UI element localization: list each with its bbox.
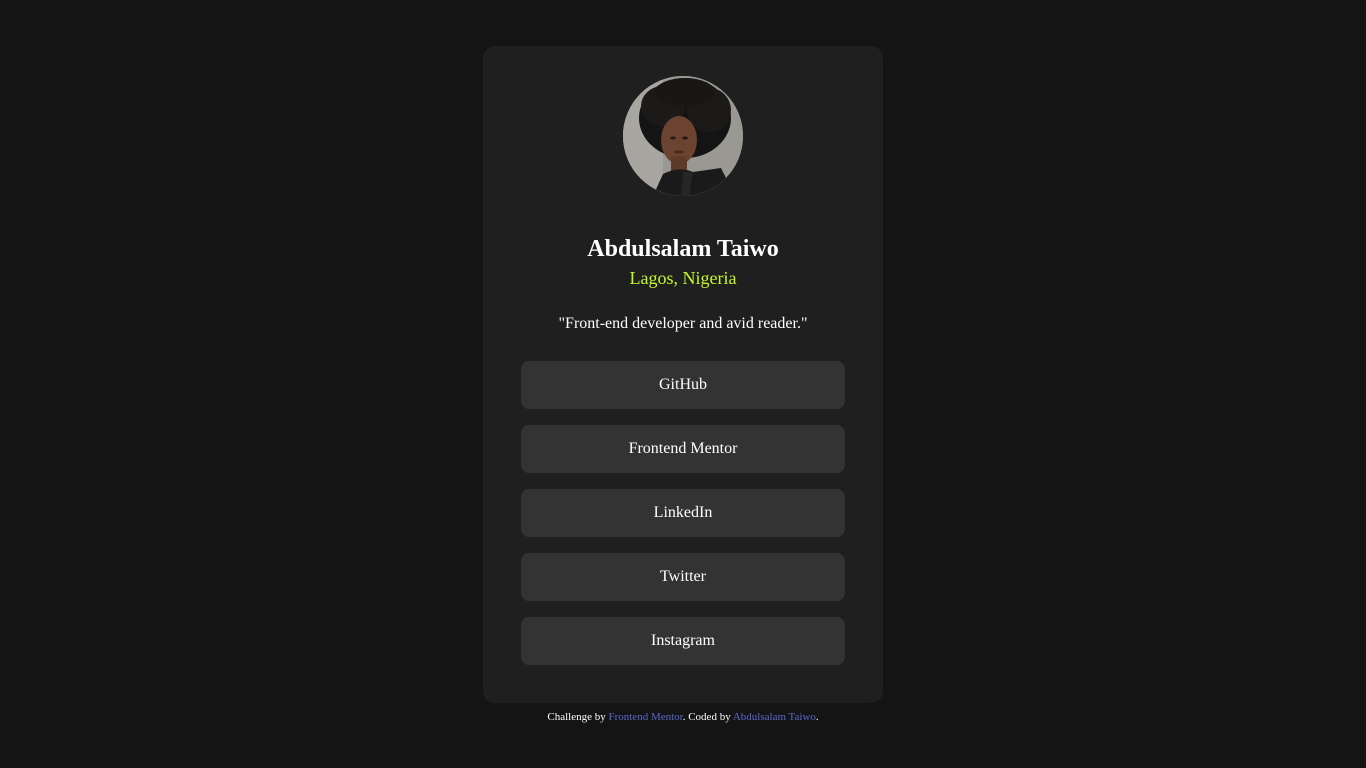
frontend-mentor-credit-link[interactable]: Frontend Mentor <box>608 711 682 723</box>
profile-location: Lagos, Nigeria <box>629 268 737 288</box>
frontend-mentor-link-button[interactable]: Frontend Mentor <box>521 425 845 473</box>
list-item: Instagram <box>521 617 845 665</box>
list-item: GitHub <box>521 361 845 409</box>
list-item: Twitter <box>521 553 845 601</box>
list-item: Frontend Mentor <box>521 425 845 473</box>
instagram-link-button[interactable]: Instagram <box>521 617 845 665</box>
coded-by-text: . Coded by <box>682 711 733 723</box>
avatar <box>623 76 743 196</box>
github-link-button[interactable]: GitHub <box>521 361 845 409</box>
challenge-prefix-text: Challenge by <box>547 711 609 723</box>
author-credit-link[interactable]: Abdulsalam Taiwo <box>733 711 816 723</box>
list-item: LinkedIn <box>521 489 845 537</box>
profile-bio: "Front-end developer and avid reader." <box>558 315 808 332</box>
social-links-list: GitHub Frontend Mentor LinkedIn Twitter … <box>521 361 845 681</box>
linkedin-link-button[interactable]: LinkedIn <box>521 489 845 537</box>
attribution-footer: Challenge by Frontend Mentor. Coded by A… <box>0 710 1366 724</box>
profile-card: Abdulsalam Taiwo Lagos, Nigeria "Front-e… <box>483 46 883 703</box>
footer-suffix: . <box>815 711 819 723</box>
twitter-link-button[interactable]: Twitter <box>521 553 845 601</box>
profile-name: Abdulsalam Taiwo <box>587 236 779 262</box>
avatar-photo <box>623 76 743 196</box>
